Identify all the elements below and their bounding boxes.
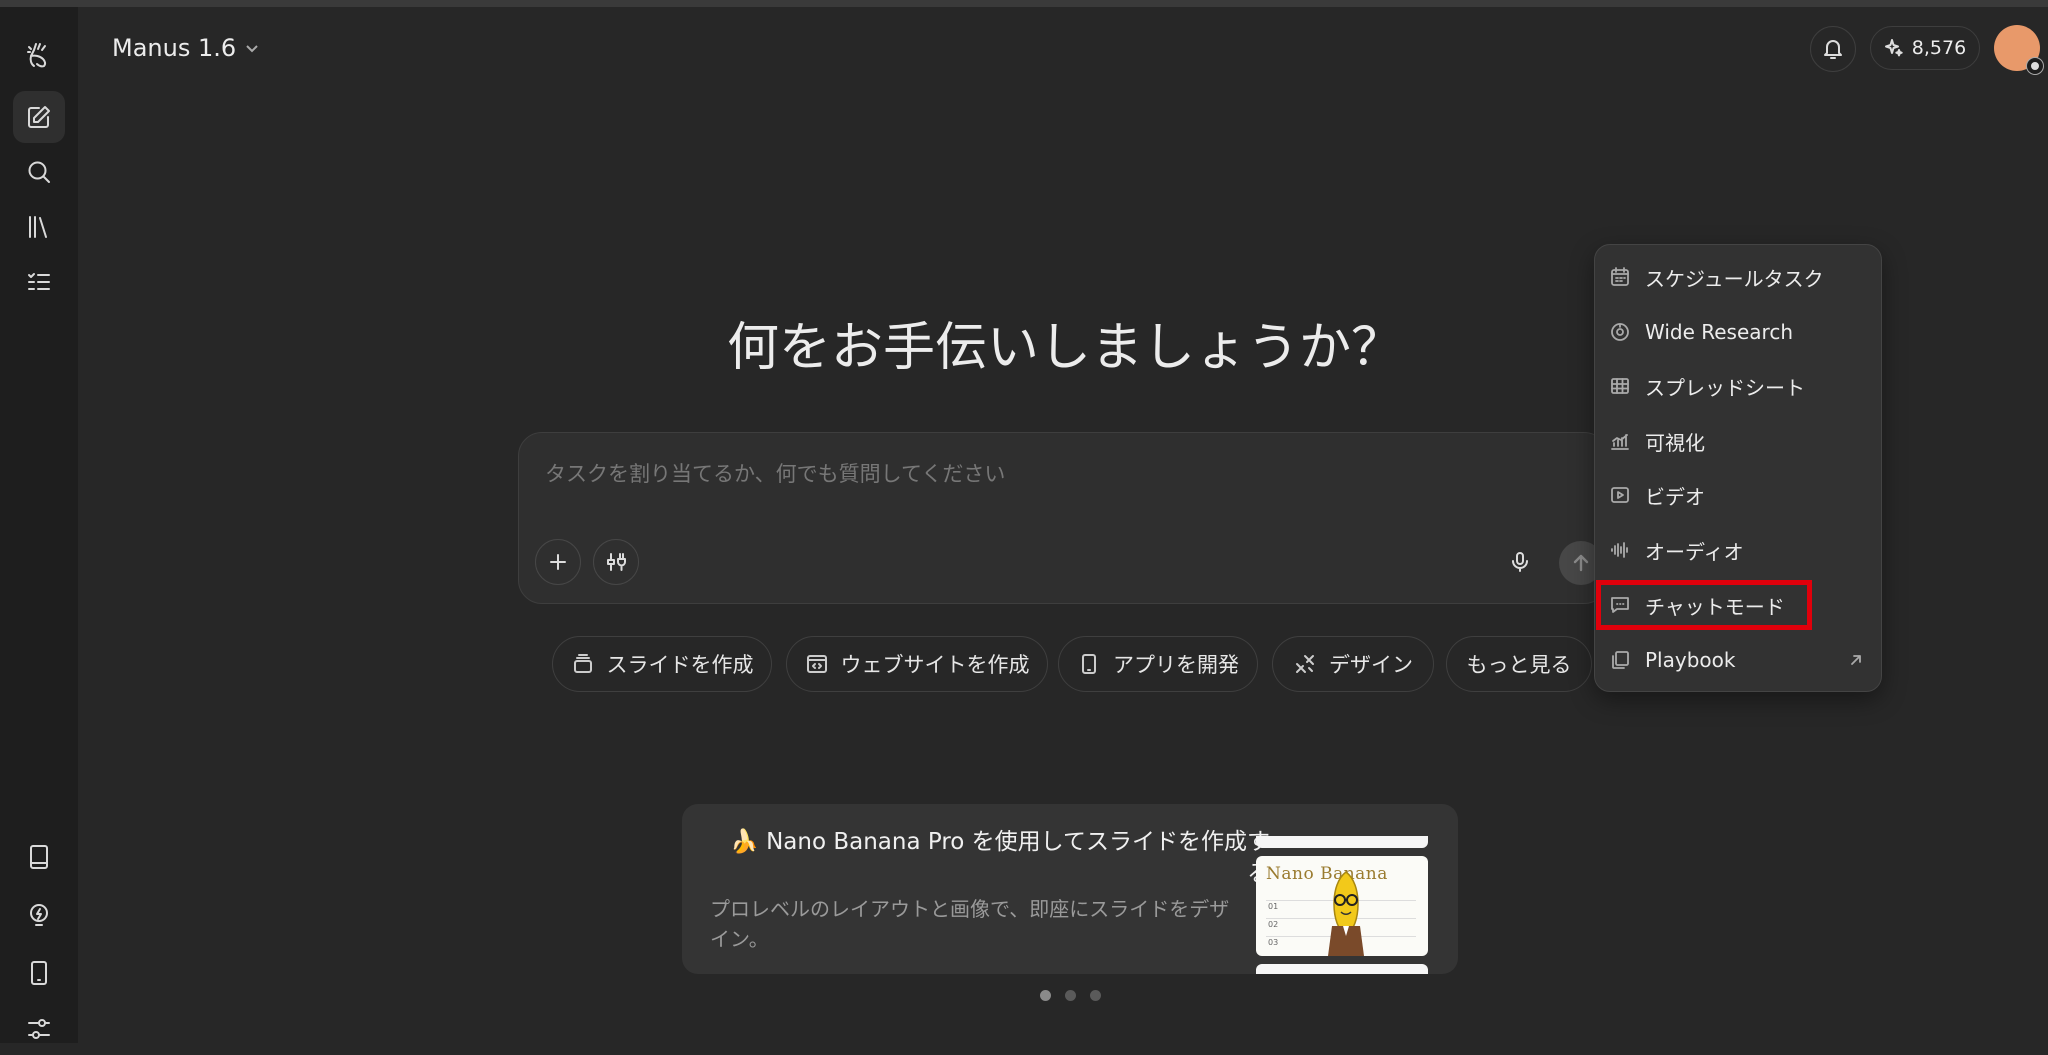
promo-title: 🍌 Nano Banana Pro を使用してスライドを作成する: [730, 829, 1270, 887]
chip-more[interactable]: もっと見る: [1446, 636, 1592, 692]
external-link-icon: [1851, 655, 1861, 665]
slides-icon: [573, 654, 592, 673]
table-icon: [1611, 378, 1629, 394]
banana-emoji: 🍌: [730, 829, 759, 855]
add-attachment-button[interactable]: [535, 539, 581, 585]
new-task-icon[interactable]: [13, 91, 65, 143]
promo-card[interactable]: 🍌 Nano Banana Pro を使用してスライドを作成する プロレベルのレ…: [682, 804, 1458, 974]
credits-count: 8,576: [1911, 37, 1967, 59]
microphone-button[interactable]: [1505, 547, 1535, 577]
promo-thumbnail-prev: [1256, 836, 1428, 848]
chip-create-website[interactable]: ウェブサイトを作成: [786, 636, 1048, 692]
settings-sliders-icon[interactable]: [13, 1003, 65, 1055]
model-label: Manus 1.6: [112, 34, 237, 62]
chat-mode-highlight-box: [1596, 580, 1812, 630]
chart-icon: [1611, 434, 1629, 450]
microphone-icon: [1512, 552, 1528, 572]
credits-button[interactable]: 8,576: [1870, 26, 1980, 70]
video-icon: [1611, 487, 1629, 503]
menu-item-video[interactable]: ビデオ: [1609, 471, 1871, 519]
window-top-border: [0, 0, 2048, 7]
library-icon[interactable]: [13, 201, 65, 253]
sidebar: [0, 7, 78, 1043]
mobile-icon: [1082, 654, 1096, 674]
carousel-dot-3[interactable]: [1090, 990, 1101, 1001]
avatar-badge-icon: [2026, 57, 2044, 75]
carousel-dot-2[interactable]: [1065, 990, 1076, 1001]
manus-logo-icon[interactable]: [13, 29, 65, 81]
notifications-button[interactable]: [1810, 26, 1856, 72]
sparkle-icon: [1884, 39, 1903, 57]
menu-item-spreadsheet[interactable]: スプレッドシート: [1609, 362, 1871, 410]
tasks-list-icon[interactable]: [13, 256, 65, 308]
lightbulb-icon[interactable]: [13, 889, 65, 941]
calendar-icon: [1611, 267, 1629, 286]
page-headline: 何をお手伝いしましょうか？: [726, 318, 1403, 378]
tools-button[interactable]: [593, 539, 639, 585]
menu-item-playbook[interactable]: Playbook: [1609, 636, 1871, 684]
task-composer: [518, 432, 1608, 604]
menu-item-wide-research[interactable]: Wide Research: [1609, 308, 1871, 356]
task-input[interactable]: [543, 453, 1547, 495]
chip-develop-app[interactable]: アプリを開発: [1058, 636, 1258, 692]
promo-thumbnail: Nano Banana 01 02 03: [1256, 856, 1428, 956]
playbook-icon: [1612, 651, 1629, 669]
model-selector[interactable]: Manus 1.6: [112, 34, 260, 62]
code-window-icon: [806, 655, 827, 673]
research-icon: [1611, 323, 1629, 341]
bell-icon: [1824, 40, 1842, 59]
promo-subtitle: プロレベルのレイアウトと画像で、即座にスライドをデザイン。: [710, 897, 1230, 951]
audio-icon: [1611, 542, 1628, 558]
design-icon: [1296, 655, 1314, 673]
carousel-dots: [1040, 990, 1101, 1001]
menu-item-audio[interactable]: オーディオ: [1609, 526, 1871, 574]
connectors-icon: [607, 553, 626, 571]
chevron-down-icon: [246, 45, 258, 53]
promo-thumbnail-next: [1256, 964, 1428, 974]
chip-create-slides[interactable]: スライドを作成: [552, 636, 772, 692]
arrow-up-icon: [1573, 554, 1589, 572]
mobile-device-icon[interactable]: [13, 947, 65, 999]
menu-item-visualization[interactable]: 可視化: [1609, 417, 1871, 465]
book-icon[interactable]: [13, 831, 65, 883]
search-icon[interactable]: [13, 146, 65, 198]
menu-item-scheduled-task[interactable]: スケジュールタスク: [1609, 253, 1871, 301]
banana-character-image: [1328, 871, 1364, 956]
plus-icon: [550, 554, 566, 570]
chip-design[interactable]: デザイン: [1272, 636, 1434, 692]
carousel-dot-1[interactable]: [1040, 990, 1051, 1001]
